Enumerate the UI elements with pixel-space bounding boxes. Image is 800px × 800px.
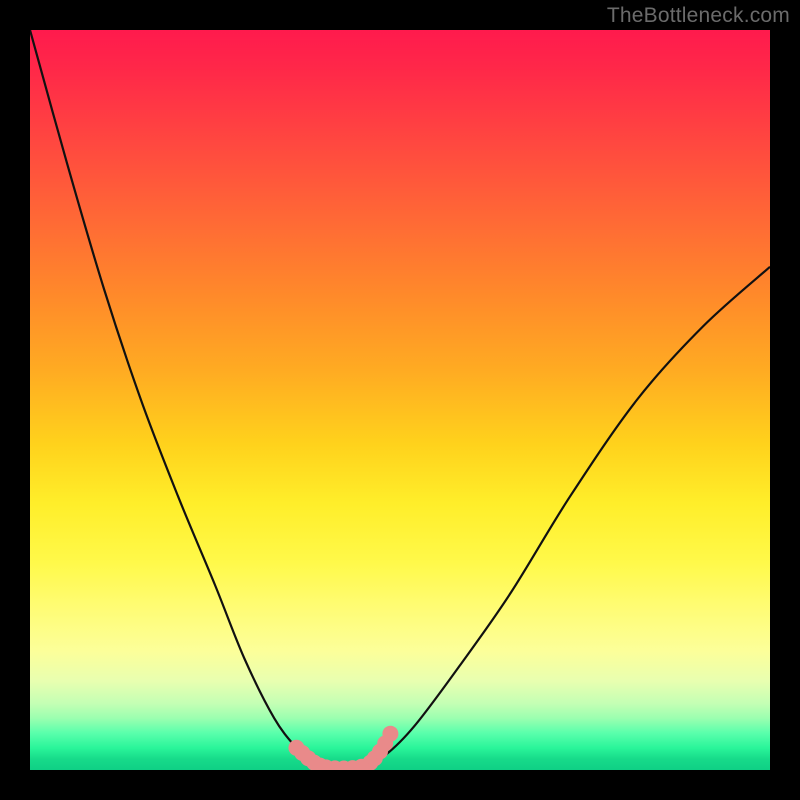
watermark-text: TheBottleneck.com [607,4,790,28]
plot-area [30,30,770,770]
curve-svg [30,30,770,770]
chart-frame: TheBottleneck.com [0,0,800,800]
marker-dot [382,726,398,742]
bottleneck-curve [30,30,770,769]
highlight-markers [288,726,398,770]
